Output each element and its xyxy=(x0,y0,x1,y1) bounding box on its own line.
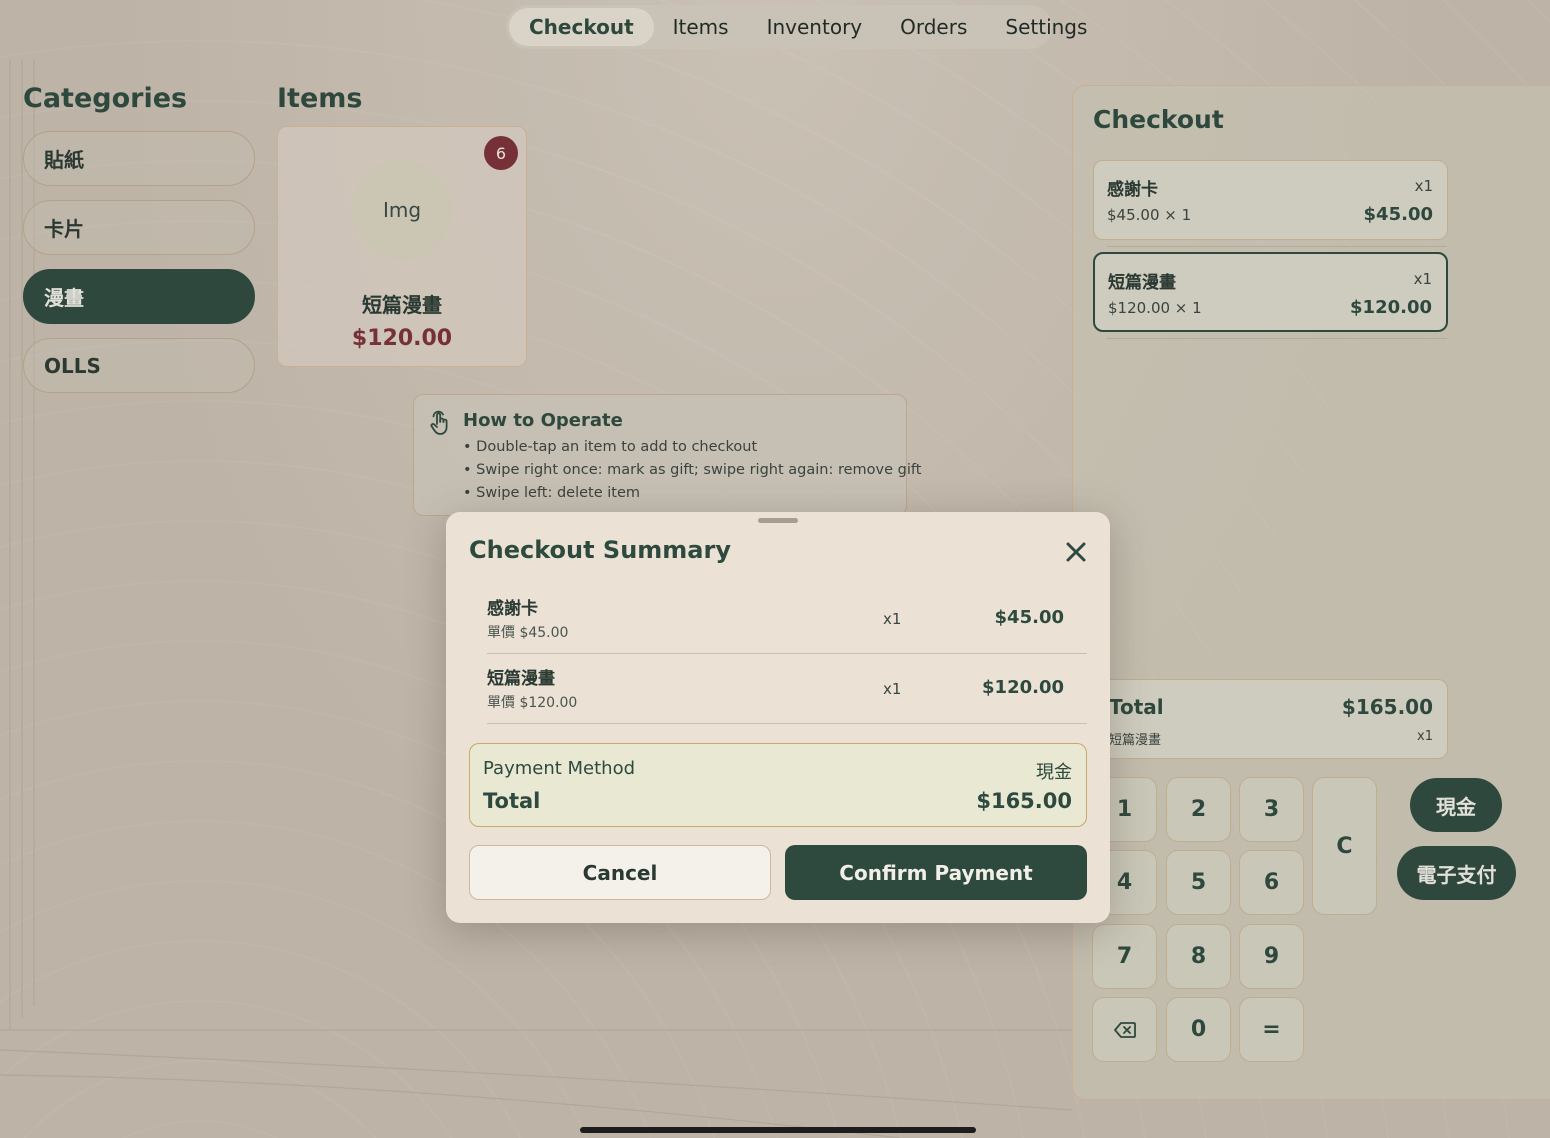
keypad-backspace[interactable] xyxy=(1092,997,1157,1062)
line-item-total: $120.00 xyxy=(1350,297,1432,318)
category-stickers[interactable]: 貼紙 xyxy=(23,131,255,186)
pay-electronic-button[interactable]: 電子支付 xyxy=(1397,846,1516,900)
sheet-grabber[interactable] xyxy=(758,518,798,523)
tab-settings[interactable]: Settings xyxy=(986,8,1106,46)
keypad-2[interactable]: 2 xyxy=(1166,777,1231,842)
item-price: $120.00 xyxy=(351,326,453,351)
checkout-line-item-selected[interactable]: 短篇漫畫 x1 $120.00 × 1 $120.00 xyxy=(1093,252,1448,332)
summary-row: 感謝卡 單價 $45.00 x1 $45.00 xyxy=(469,584,1087,654)
item-name: 短篇漫畫 xyxy=(362,293,442,317)
pay-cash-button[interactable]: 現金 xyxy=(1410,778,1502,832)
keypad-5[interactable]: 5 xyxy=(1166,850,1231,915)
tab-inventory[interactable]: Inventory xyxy=(748,8,882,46)
total-value: $165.00 xyxy=(1341,695,1433,719)
item-card[interactable]: Img 6 短篇漫畫 $120.00 xyxy=(277,126,527,367)
keypad-9[interactable]: 9 xyxy=(1239,924,1304,989)
tab-orders[interactable]: Orders xyxy=(881,8,986,46)
summary-item-name: 感謝卡 xyxy=(487,599,538,619)
checkout-summary-sheet: Checkout Summary 感謝卡 單價 $45.00 x1 $45.00… xyxy=(446,512,1110,923)
item-image-placeholder: Img xyxy=(352,160,452,260)
home-indicator[interactable] xyxy=(580,1127,976,1133)
total-subqty: x1 xyxy=(1417,729,1433,744)
cancel-button[interactable]: Cancel xyxy=(469,845,771,900)
summary-total-value: $165.00 xyxy=(976,789,1072,813)
summary-item-qty: x1 xyxy=(883,680,902,698)
line-item-name: 短篇漫畫 xyxy=(1108,273,1176,293)
divider xyxy=(1107,338,1447,339)
how-to-operate-card: How to Operate • Double-tap an item to a… xyxy=(413,394,921,516)
tip-swipe-left: • Swipe left: delete item xyxy=(463,485,641,501)
payment-summary-box: Payment Method 現金 Total $165.00 xyxy=(469,743,1087,827)
summary-item-name: 短篇漫畫 xyxy=(487,669,555,689)
divider xyxy=(1107,246,1447,247)
stock-count-badge: 6 xyxy=(484,136,518,170)
category-olls[interactable]: OLLS xyxy=(23,338,255,393)
category-comics[interactable]: 漫畫 xyxy=(23,269,255,324)
line-item-qty: x1 xyxy=(1414,177,1433,195)
summary-total-label: Total xyxy=(483,789,541,813)
checkout-line-item[interactable]: 感謝卡 x1 $45.00 × 1 $45.00 xyxy=(1093,160,1448,240)
backspace-icon xyxy=(1113,1021,1136,1038)
line-item-total: $45.00 xyxy=(1363,204,1433,225)
checkout-total-box: Total $165.00 短篇漫畫 x1 xyxy=(1093,679,1448,759)
tip-swipe-right: • Swipe right once: mark as gift; swipe … xyxy=(463,462,922,478)
line-item-name: 感謝卡 xyxy=(1107,180,1158,200)
line-item-unit: $120.00 × 1 xyxy=(1108,299,1202,317)
tab-checkout[interactable]: Checkout xyxy=(509,8,654,46)
line-item-unit: $45.00 × 1 xyxy=(1107,206,1192,224)
items-heading: Items xyxy=(277,83,363,114)
top-tab-bar: Checkout Items Inventory Orders Settings xyxy=(506,5,1087,49)
hand-tap-icon xyxy=(430,410,448,435)
keypad-clear[interactable]: C xyxy=(1312,777,1377,915)
summary-row: 短篇漫畫 單價 $120.00 x1 $120.00 xyxy=(469,654,1087,724)
keypad-3[interactable]: 3 xyxy=(1239,777,1304,842)
divider xyxy=(487,723,1087,724)
keypad-0[interactable]: 0 xyxy=(1166,997,1231,1062)
summary-item-total: $120.00 xyxy=(982,677,1064,698)
keypad-equals[interactable]: = xyxy=(1239,997,1304,1062)
checkout-panel-title: Checkout xyxy=(1093,105,1224,134)
keypad-6[interactable]: 6 xyxy=(1239,850,1304,915)
categories-heading: Categories xyxy=(23,83,188,114)
summary-item-unit-price: 單價 $45.00 xyxy=(487,625,569,641)
close-icon[interactable] xyxy=(1063,539,1089,565)
tab-items[interactable]: Items xyxy=(654,8,748,46)
payment-method-label: Payment Method xyxy=(483,758,636,779)
how-to-operate-title: How to Operate xyxy=(463,410,623,431)
total-subtitle: 短篇漫畫 xyxy=(1109,733,1162,748)
summary-item-unit-price: 單價 $120.00 xyxy=(487,695,578,711)
summary-item-total: $45.00 xyxy=(994,607,1064,628)
line-item-qty: x1 xyxy=(1413,270,1432,288)
keypad-7[interactable]: 7 xyxy=(1092,924,1157,989)
payment-method-value: 現金 xyxy=(1036,762,1072,783)
total-label: Total xyxy=(1109,695,1164,719)
confirm-payment-button[interactable]: Confirm Payment xyxy=(785,845,1087,900)
summary-item-qty: x1 xyxy=(883,610,902,628)
tip-double-tap: • Double-tap an item to add to checkout xyxy=(463,439,758,455)
checkout-summary-title: Checkout Summary xyxy=(469,536,731,564)
keypad-8[interactable]: 8 xyxy=(1166,924,1231,989)
category-cards[interactable]: 卡片 xyxy=(23,200,255,255)
